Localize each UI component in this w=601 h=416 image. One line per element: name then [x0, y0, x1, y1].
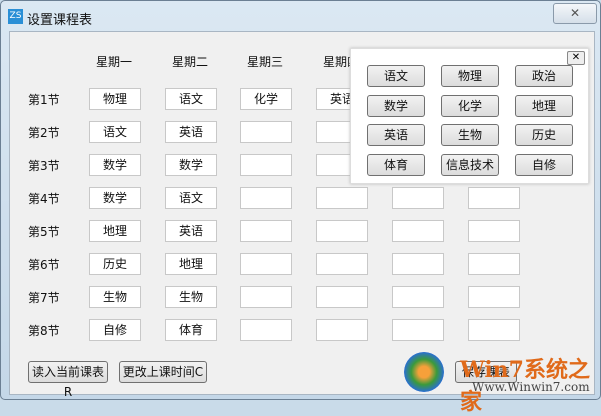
schedule-cell[interactable]: [392, 220, 444, 242]
popup-close-button[interactable]: ✕: [567, 51, 585, 65]
schedule-cell[interactable]: [468, 187, 520, 209]
schedule-cell[interactable]: [392, 253, 444, 275]
schedule-cell[interactable]: [316, 286, 368, 308]
window-close-button[interactable]: ✕: [553, 3, 597, 24]
schedule-cell[interactable]: 英语: [165, 220, 217, 242]
schedule-cell[interactable]: [240, 121, 292, 143]
subject-button[interactable]: 历史: [515, 124, 573, 146]
windows-logo-icon: [404, 352, 444, 392]
schedule-cell[interactable]: [240, 319, 292, 341]
subject-button[interactable]: 自修: [515, 153, 573, 176]
schedule-cell[interactable]: 体育: [165, 319, 217, 341]
watermark-url: Www.Winwin7.com: [472, 380, 590, 394]
subject-button[interactable]: 地理: [515, 94, 573, 117]
schedule-cell[interactable]: 生物: [89, 286, 141, 308]
schedule-cell[interactable]: [392, 319, 444, 341]
subject-button[interactable]: 生物: [441, 124, 499, 146]
period-label: 第1节: [28, 93, 60, 107]
day-header: 星期二: [171, 55, 208, 69]
schedule-cell[interactable]: [240, 154, 292, 176]
subject-button[interactable]: 数学: [367, 94, 425, 117]
subject-button[interactable]: 体育: [367, 153, 425, 176]
change-time-button[interactable]: 更改上课时间C: [119, 361, 207, 383]
schedule-cell[interactable]: [468, 286, 520, 308]
schedule-cell[interactable]: 地理: [89, 220, 141, 242]
schedule-cell[interactable]: [468, 220, 520, 242]
schedule-cell[interactable]: [240, 220, 292, 242]
window-title: 设置课程表: [27, 13, 93, 28]
schedule-cell[interactable]: 物理: [89, 88, 141, 110]
period-label: 第6节: [28, 258, 60, 272]
subject-button[interactable]: 物理: [441, 65, 499, 87]
period-label: 第8节: [28, 324, 60, 338]
period-label: 第5节: [28, 225, 60, 239]
schedule-cell[interactable]: 语文: [165, 187, 217, 209]
subject-button[interactable]: 语文: [367, 65, 425, 87]
schedule-cell[interactable]: [316, 220, 368, 242]
schedule-cell[interactable]: [392, 286, 444, 308]
schedule-cell[interactable]: 自修: [89, 319, 141, 341]
schedule-cell[interactable]: 数学: [165, 154, 217, 176]
watermark: Win7系统之家 Www.Winwin7.com: [400, 350, 600, 415]
subject-button[interactable]: 英语: [367, 124, 425, 146]
schedule-cell[interactable]: 英语: [165, 121, 217, 143]
schedule-cell[interactable]: [468, 253, 520, 275]
period-label: 第4节: [28, 192, 60, 206]
schedule-cell[interactable]: 数学: [89, 154, 141, 176]
schedule-cell[interactable]: [392, 187, 444, 209]
schedule-cell[interactable]: 语文: [165, 88, 217, 110]
schedule-cell[interactable]: 历史: [89, 253, 141, 275]
schedule-cell[interactable]: [240, 253, 292, 275]
day-header: 星期三: [246, 55, 283, 69]
schedule-cell[interactable]: 数学: [89, 187, 141, 209]
subject-button[interactable]: 化学: [441, 94, 499, 117]
subject-button[interactable]: 信息技术: [441, 153, 499, 176]
schedule-cell[interactable]: [316, 319, 368, 341]
day-header: 星期一: [95, 55, 132, 69]
schedule-cell[interactable]: [240, 286, 292, 308]
schedule-cell[interactable]: [316, 253, 368, 275]
read-schedule-button[interactable]: 读入当前课表R: [28, 361, 108, 399]
period-label: 第2节: [28, 126, 60, 140]
period-label: 第3节: [28, 159, 60, 173]
schedule-cell[interactable]: [316, 187, 368, 209]
schedule-cell[interactable]: [240, 187, 292, 209]
schedule-cell[interactable]: 化学: [240, 88, 292, 110]
app-icon: ZS: [8, 9, 23, 24]
schedule-cell[interactable]: [468, 319, 520, 341]
schedule-cell[interactable]: 地理: [165, 253, 217, 275]
subject-button[interactable]: 政治: [515, 65, 573, 87]
schedule-cell[interactable]: 生物: [165, 286, 217, 308]
schedule-cell[interactable]: 语文: [89, 121, 141, 143]
subject-picker-popup: ✕ 语文 物理 政治数学 化学 地理英语 生物 历史体育 信息技术 自修: [350, 48, 589, 184]
period-label: 第7节: [28, 291, 60, 305]
